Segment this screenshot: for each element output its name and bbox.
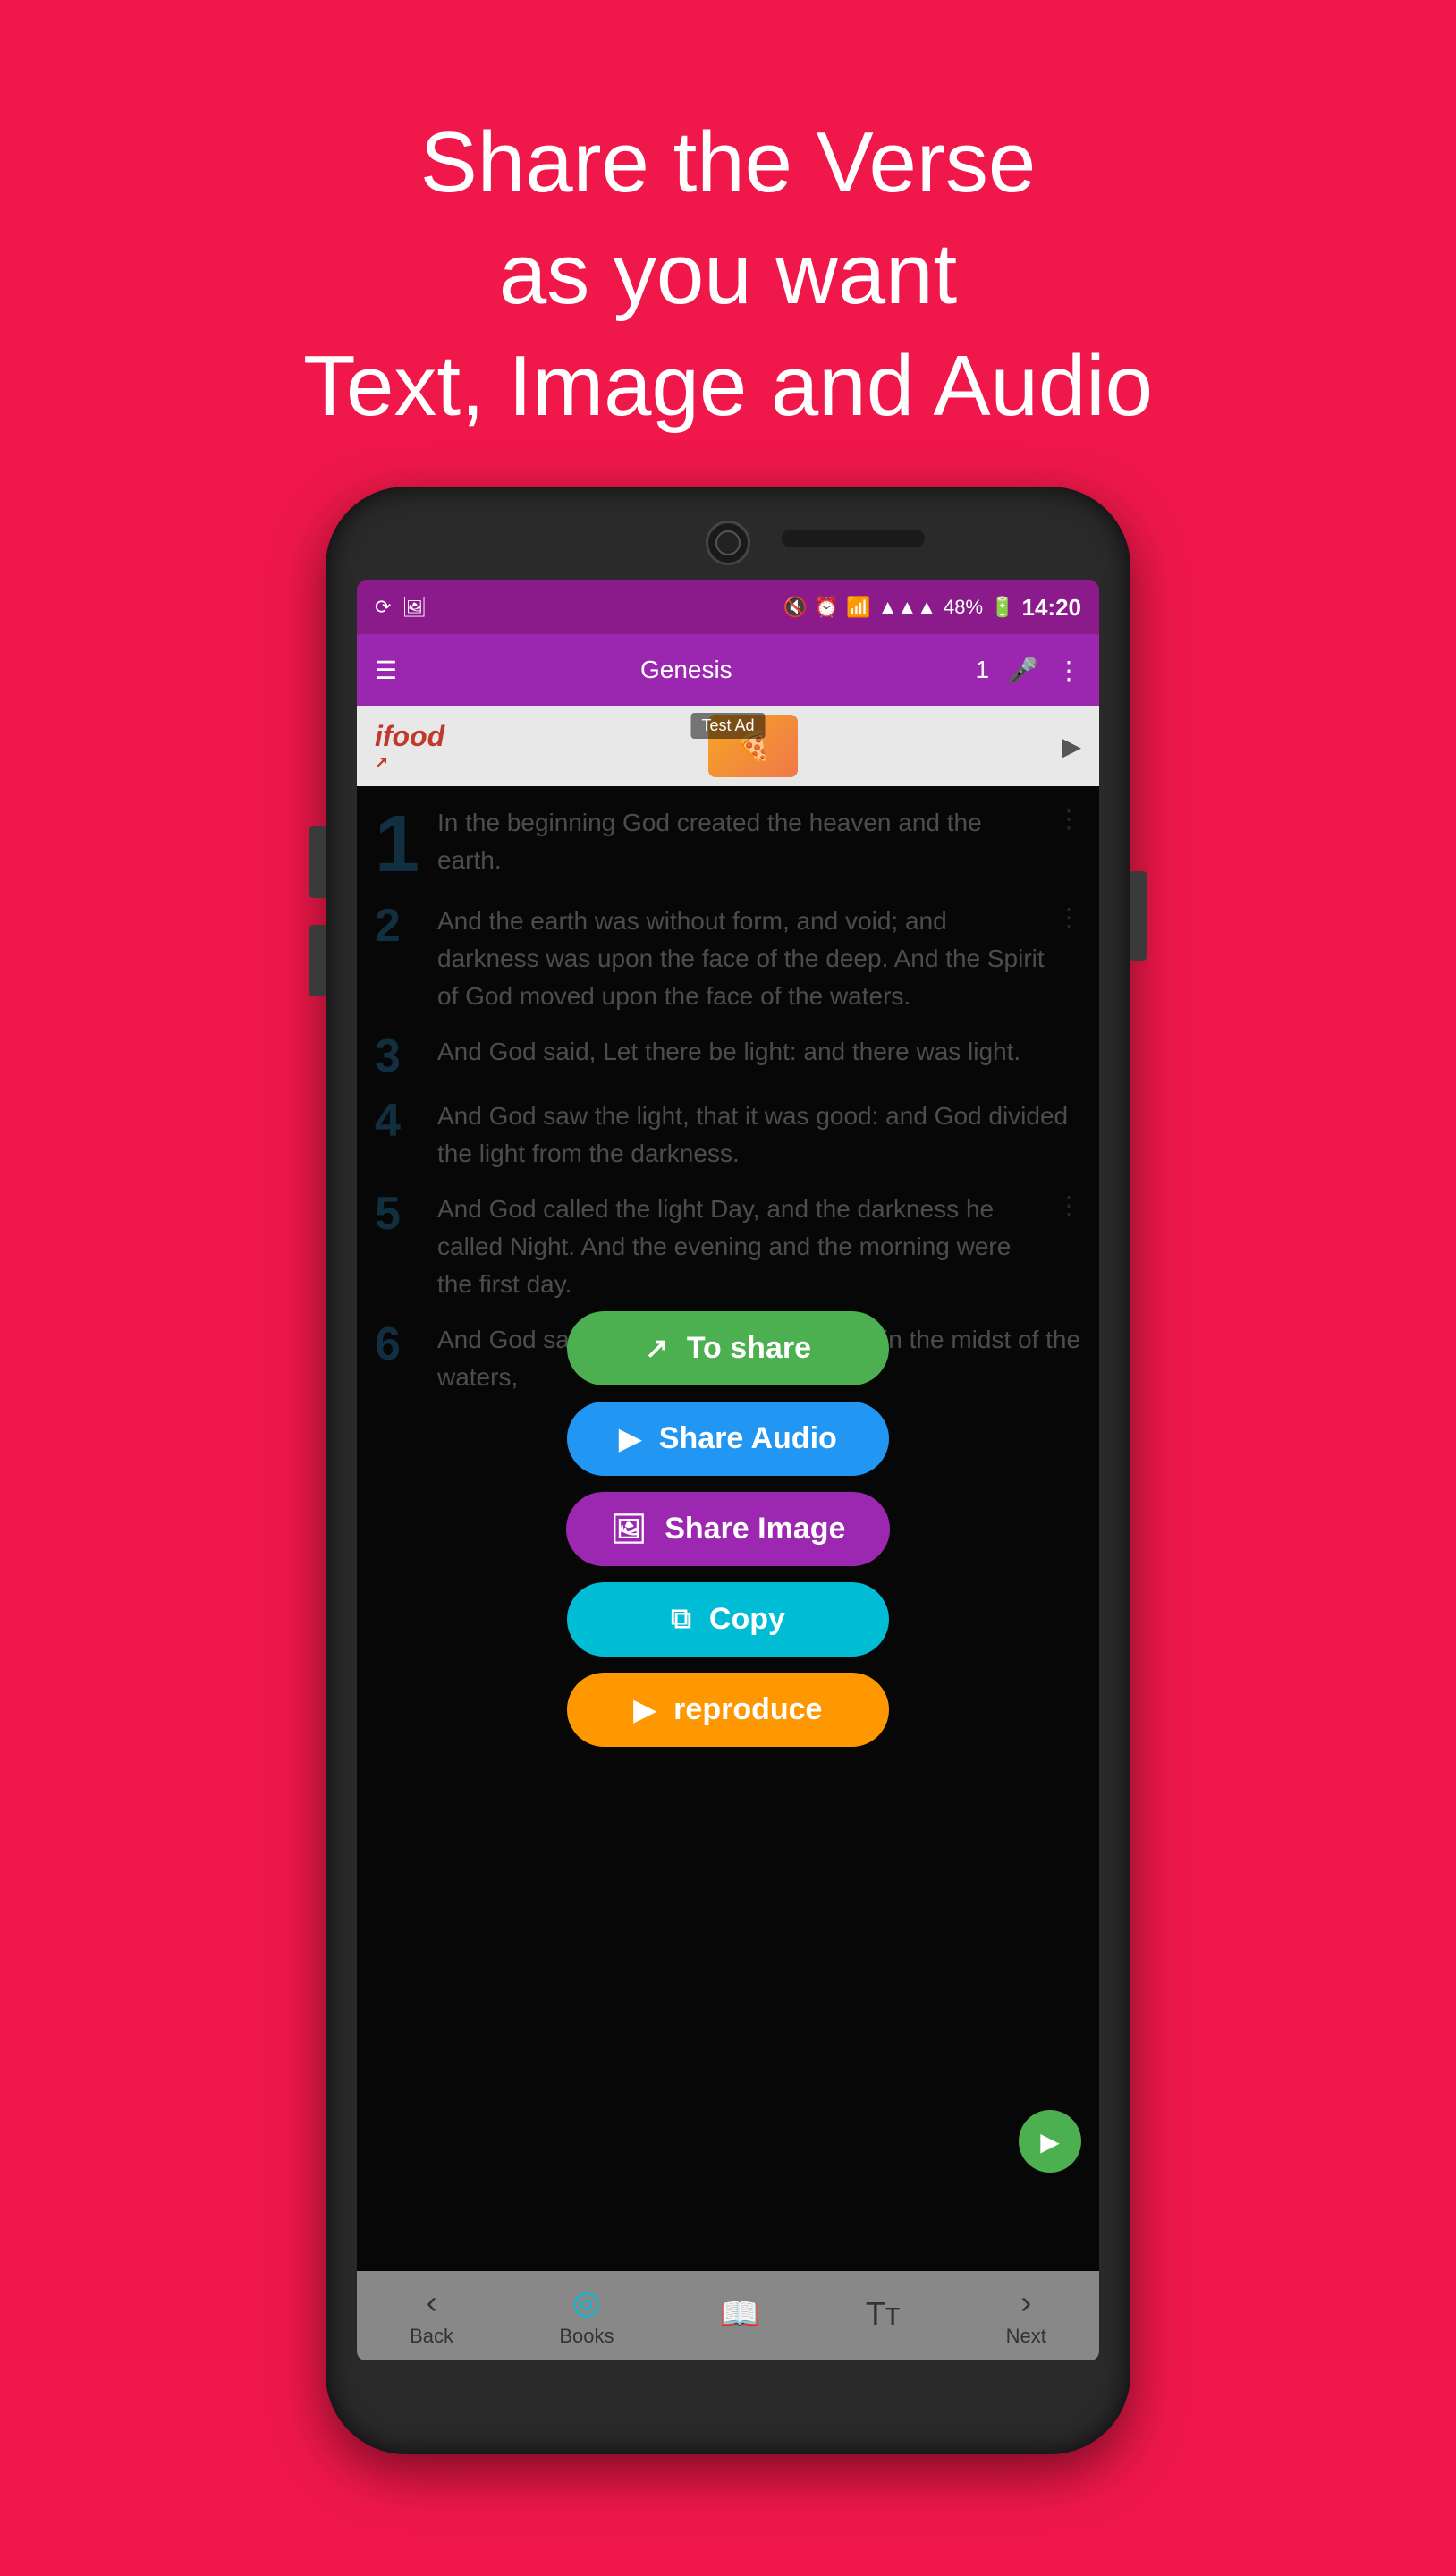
audio-share-icon: ▶ [619,1421,641,1455]
ad-logo: ifood ↗ [375,720,444,772]
bible-icon: 📖 [720,2295,760,2333]
reproduce-button[interactable]: ▶ reproduce [567,1673,889,1747]
power-button[interactable] [1130,871,1147,961]
phone-camera [706,521,750,565]
status-left-icons: ⟳ 🖼 [375,596,427,619]
nav-next-label: Next [1006,2325,1046,2348]
nav-books-label: Books [559,2325,614,2348]
image-share-icon: 🖼 [611,1512,648,1546]
status-mute-icon: 🔇 [783,596,808,619]
nav-back[interactable]: ‹ Back [410,2284,453,2348]
bottom-navigation: ‹ Back ◎ Books 📖 Tт › Next [357,2271,1099,2360]
share-icon: ↗ [645,1331,669,1365]
copy-button[interactable]: ⧉ Copy [567,1582,889,1657]
reproduce-icon: ▶ [634,1692,656,1726]
nav-bible[interactable]: 📖 [720,2295,760,2336]
status-time: 14:20 [1022,594,1082,622]
status-signal-icon: ▲▲▲ [878,596,936,619]
status-bar: ⟳ 🖼 🔇 ⏰ 📶 ▲▲▲ 48% 🔋 14:20 [357,580,1099,634]
next-arrow-icon: › [1020,2284,1031,2321]
status-right-info: 🔇 ⏰ 📶 ▲▲▲ 48% 🔋 14:20 [783,594,1082,622]
font-icon: Tт [866,2295,900,2333]
status-battery-icon: 🔋 [990,596,1014,619]
menu-button[interactable]: ☰ [375,656,397,685]
header-section: Share the Verse as you want Text, Image … [303,107,1153,442]
share-popup-overlay: ↗ To share ▶ Share Audio 🖼 Share Image ⧉… [357,786,1099,2271]
books-icon: ◎ [572,2284,600,2321]
nav-next[interactable]: › Next [1006,2284,1046,2348]
phone-device: ⟳ 🖼 🔇 ⏰ 📶 ▲▲▲ 48% 🔋 14:20 ☰ Genesis 1 [326,487,1130,2454]
nav-font[interactable]: Tт [866,2295,900,2336]
chapter-number[interactable]: 1 [976,656,990,684]
status-wifi-icon: 📶 [846,596,870,619]
phone-screen: ⟳ 🖼 🔇 ⏰ 📶 ▲▲▲ 48% 🔋 14:20 ☰ Genesis 1 [357,580,1099,2360]
nav-back-label: Back [410,2325,453,2348]
bible-content-area: 1 In the beginning God created the heave… [357,786,1099,2271]
volume-up-button[interactable] [309,826,326,898]
microphone-icon[interactable]: 🎤 [1007,656,1038,685]
copy-icon: ⧉ [671,1602,691,1636]
status-sync-icon: ⟳ [375,596,391,619]
status-alarm-icon: ⏰ [815,596,839,619]
phone-speaker [782,530,925,547]
app-bar: ☰ Genesis 1 🎤 ⋮ [357,634,1099,706]
share-audio-button[interactable]: ▶ Share Audio [567,1402,889,1476]
volume-down-button[interactable] [309,925,326,996]
status-battery: 48% [944,596,983,619]
ad-banner[interactable]: ifood ↗ Test Ad 🍕 ▶ [357,706,1099,786]
header-title: Share the Verse as you want Text, Image … [303,107,1153,442]
to-share-button[interactable]: ↗ To share [567,1311,889,1385]
back-arrow-icon: ‹ [427,2284,437,2321]
floating-play-button[interactable]: ▶ [1019,2110,1081,2173]
phone-body: ⟳ 🖼 🔇 ⏰ 📶 ▲▲▲ 48% 🔋 14:20 ☰ Genesis 1 [326,487,1130,2454]
nav-books[interactable]: ◎ Books [559,2284,614,2348]
status-image-icon: 🖼 [402,596,427,619]
share-image-button[interactable]: 🖼 Share Image [566,1492,891,1566]
ad-test-badge: Test Ad [690,713,765,739]
more-options-icon[interactable]: ⋮ [1056,656,1081,685]
ad-play-icon: ▶ [1062,732,1081,761]
app-title: Genesis [415,656,957,684]
